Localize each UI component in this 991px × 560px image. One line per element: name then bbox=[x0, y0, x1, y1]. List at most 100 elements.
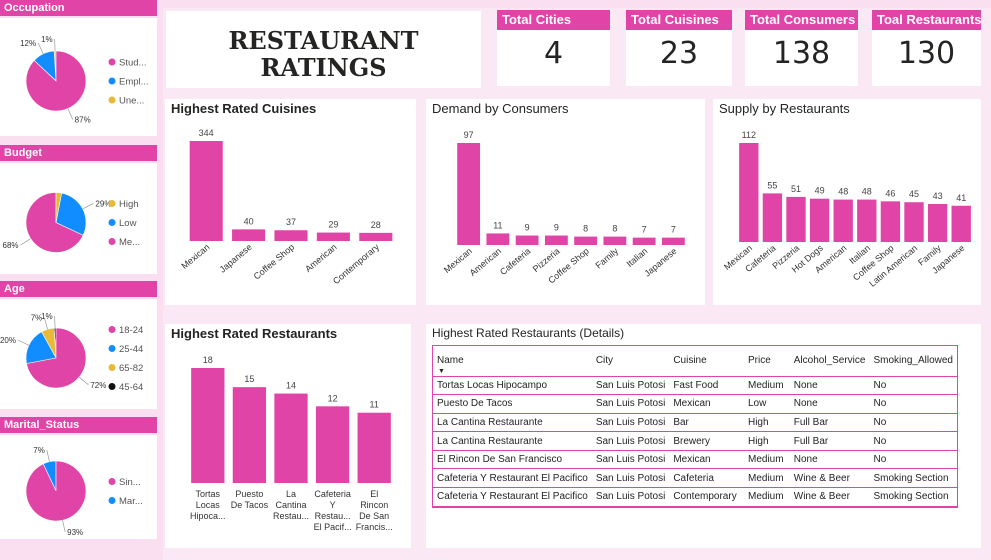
legend-marker[interactable] bbox=[108, 364, 116, 371]
page-title: RESTAURANT RATINGS bbox=[166, 27, 481, 81]
table-row[interactable]: El Rincon De San Francisco San Luis Potos… bbox=[433, 450, 957, 470]
marital-status-pie-panel[interactable]: 7% 93% Sin... Mar... bbox=[0, 435, 157, 539]
bar[interactable] bbox=[274, 393, 308, 483]
demand-bar-chart[interactable]: 97Mexican11American9Cafeteria9Pizzeria8C… bbox=[426, 99, 705, 305]
bar[interactable] bbox=[315, 406, 350, 483]
legend-label[interactable]: 18-24 bbox=[119, 325, 143, 336]
bar[interactable] bbox=[809, 198, 830, 242]
legend-marker[interactable] bbox=[108, 219, 116, 226]
bar[interactable] bbox=[544, 235, 568, 245]
kpi-total-cuisines[interactable]: Total Cuisines 23 bbox=[626, 10, 732, 86]
bar[interactable] bbox=[359, 232, 393, 241]
bar[interactable] bbox=[762, 193, 783, 242]
bar[interactable] bbox=[632, 237, 656, 245]
legend-label[interactable]: 25-44 bbox=[119, 344, 143, 355]
column-header-smoking-allowed[interactable]: Smoking_Allowed bbox=[869, 346, 957, 377]
bar[interactable] bbox=[574, 236, 598, 245]
bar[interactable] bbox=[457, 143, 481, 245]
legend-label[interactable]: High bbox=[119, 199, 139, 210]
table-row[interactable]: Tortas Locas Hipocampo San Luis Potosi Fas… bbox=[433, 376, 957, 396]
occupation-pie[interactable]: 1% 12% 87% Stud... Empl... Une... bbox=[0, 18, 157, 136]
legend-marker[interactable] bbox=[108, 345, 116, 352]
legend-marker[interactable] bbox=[108, 497, 116, 504]
bar[interactable] bbox=[951, 205, 971, 242]
demand-chart-panel[interactable]: Demand by Consumers 97 Mexican 11 American 9… bbox=[426, 99, 705, 305]
legend-label[interactable]: Mar... bbox=[119, 496, 143, 507]
table-row[interactable]: La Cantina Restaurante San Luis Potosi Bre… bbox=[433, 431, 957, 451]
bar[interactable] bbox=[232, 387, 267, 483]
axis-category-label: American bbox=[468, 246, 504, 278]
cuisines-bar-chart[interactable]: 344 Mexican 40 Japanese 37 Coffee Shop 29 Ameri… bbox=[165, 99, 416, 305]
table-cell: Medium bbox=[743, 376, 790, 396]
legend-marker[interactable] bbox=[108, 478, 116, 485]
table-row[interactable]: Cafeteria Y Restaurant El Pacifico San Lu… bbox=[433, 468, 957, 489]
bar[interactable] bbox=[232, 229, 266, 241]
restaurants-bar-chart[interactable]: 18 Tortas Locas Hipoca... 15 Puesto De Tacos 14… bbox=[165, 324, 411, 548]
legend-marker[interactable] bbox=[108, 383, 116, 390]
sort-desc-icon[interactable]: ▼ bbox=[438, 368, 445, 375]
table-cell: No bbox=[869, 394, 957, 414]
bar[interactable] bbox=[739, 143, 759, 242]
table-cell: Cafeteria Y Restaurant El Pacifico bbox=[433, 468, 592, 489]
pie-data-label: 68% bbox=[3, 241, 19, 250]
bar[interactable] bbox=[357, 412, 391, 483]
kpi-total-consumers[interactable]: Total Consumers 138 bbox=[745, 10, 858, 86]
pie-leader-line bbox=[20, 238, 31, 246]
legend-marker[interactable] bbox=[108, 77, 116, 85]
bar[interactable] bbox=[857, 199, 877, 242]
bar[interactable] bbox=[603, 236, 627, 245]
legend-marker[interactable] bbox=[108, 58, 116, 66]
table-row[interactable]: Cafeteria Y Restaurant El Pacifico San Lu… bbox=[433, 487, 957, 507]
supply-chart-panel[interactable]: Supply by Restaurants 112 Mexican 55 Cafete… bbox=[713, 99, 981, 305]
table-row[interactable]: Puesto De Tacos San Luis Potosi Mexican Low… bbox=[433, 394, 957, 414]
bar[interactable] bbox=[515, 235, 539, 245]
pie-slice[interactable] bbox=[25, 460, 87, 522]
bar-value-label: 97 bbox=[464, 130, 474, 140]
legend-marker[interactable] bbox=[108, 96, 116, 104]
bar[interactable] bbox=[316, 232, 350, 241]
cuisines-chart-panel[interactable]: Highest Rated Cuisines 344 Mexican 40 Japan… bbox=[165, 99, 416, 305]
budget-pie[interactable]: 68%29% HighLowMe... bbox=[0, 163, 157, 274]
table-row[interactable]: La Cantina Restaurante San Luis Potosi Bar… bbox=[433, 413, 957, 433]
column-header-name[interactable]: Name ▼ bbox=[433, 346, 592, 377]
age-pie[interactable]: 1%7% 20% 72% 18-24 25-44 65-82 45-64 bbox=[0, 299, 157, 409]
column-header-price[interactable]: Price bbox=[743, 346, 790, 377]
bar[interactable] bbox=[274, 230, 308, 241]
column-header-cuisine[interactable]: Cuisine bbox=[669, 346, 744, 377]
bar[interactable] bbox=[833, 199, 853, 242]
marital-status-title: Marital_Status bbox=[0, 417, 157, 433]
pie-leader-line bbox=[62, 520, 66, 533]
bar[interactable] bbox=[189, 141, 223, 241]
bar[interactable] bbox=[661, 237, 685, 245]
kpi-total-cities[interactable]: Total Cities 4 bbox=[497, 10, 610, 86]
legend-marker[interactable] bbox=[108, 238, 116, 245]
legend-label[interactable]: Me... bbox=[119, 237, 140, 248]
restaurants-chart-panel[interactable]: Highest Rated Restaurants 18 Tortas Locas H… bbox=[165, 324, 411, 548]
legend-marker[interactable] bbox=[108, 200, 116, 207]
budget-pie-panel[interactable]: 68% 29% High Low Me... bbox=[0, 163, 157, 274]
legend-label[interactable]: 65-82 bbox=[119, 363, 143, 374]
bar[interactable] bbox=[486, 233, 510, 245]
bar[interactable] bbox=[927, 203, 948, 242]
column-header-city[interactable]: City bbox=[591, 346, 670, 377]
bar[interactable] bbox=[880, 201, 901, 242]
legend-label[interactable]: 45-64 bbox=[119, 382, 143, 393]
bar[interactable] bbox=[904, 202, 924, 242]
legend-label[interactable]: Sin... bbox=[119, 477, 141, 488]
bar[interactable] bbox=[786, 196, 806, 242]
column-header-alcohol-service[interactable]: Alcohol_Service bbox=[789, 346, 870, 377]
age-pie-panel[interactable]: 1% 7% 20% 72% 18-24 25-44 65-82 45-64 bbox=[0, 299, 157, 409]
occupation-title: Occupation bbox=[0, 0, 157, 16]
marital-status-pie[interactable]: 7% 93% Sin... Mar... bbox=[0, 435, 157, 539]
legend-label[interactable]: Une... bbox=[119, 96, 144, 107]
legend-label[interactable]: Empl... bbox=[119, 77, 149, 88]
legend-label[interactable]: Low bbox=[119, 218, 137, 229]
pie-data-label: 20% bbox=[0, 336, 16, 345]
supply-bar-chart[interactable]: 112Mexican55Cafeteria51Pizzeria49Hot Dog… bbox=[713, 99, 981, 305]
legend-label[interactable]: Stud... bbox=[119, 58, 146, 69]
occupation-pie-panel[interactable]: 1% 12% 87% Stud... Empl... Une... bbox=[0, 18, 157, 136]
bar-value-label: 18 bbox=[203, 355, 213, 365]
kpi-total-restaurants[interactable]: Toal Restaurants 130 bbox=[872, 10, 981, 86]
bar[interactable] bbox=[191, 368, 225, 483]
legend-marker[interactable] bbox=[108, 326, 116, 333]
